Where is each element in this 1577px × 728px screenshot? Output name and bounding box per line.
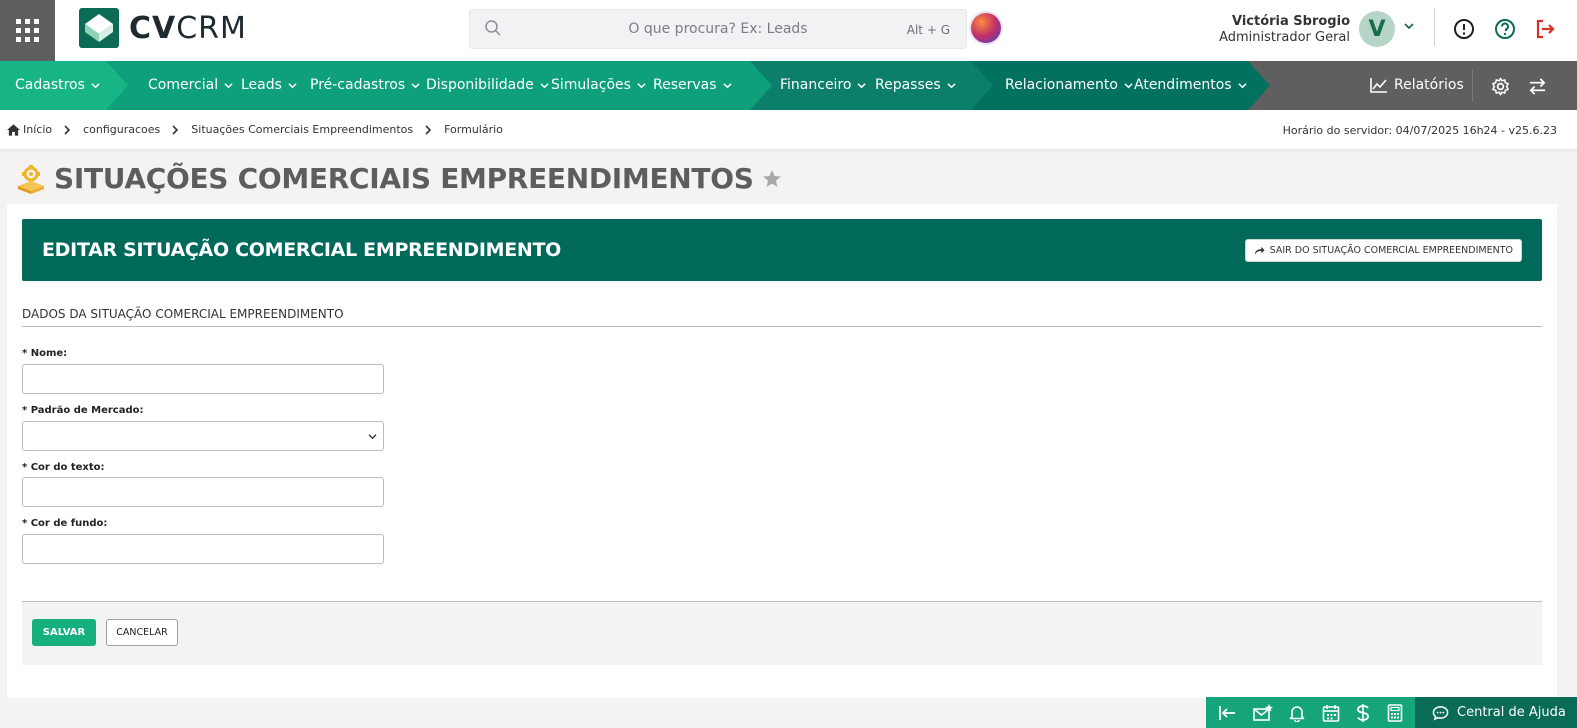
nav-item-financeiro[interactable]: Financeiro — [780, 77, 867, 93]
nav-item-leads[interactable]: Leads — [241, 77, 297, 93]
chevron-down-icon — [91, 82, 100, 88]
chevron-right-icon — [425, 124, 432, 135]
nav-item-simulacoes[interactable]: Simulações — [551, 77, 646, 93]
breadcrumb: Início configuracoes Situações Comerciai… — [7, 123, 503, 136]
chevron-down-icon — [224, 82, 233, 88]
info-icon[interactable] — [1453, 18, 1475, 40]
cancel-button[interactable]: CANCELAR — [106, 619, 178, 646]
global-search[interactable]: O que procura? Ex: Leads Alt + G — [469, 9, 967, 49]
search-placeholder: O que procura? Ex: Leads — [628, 21, 808, 37]
nav-item-relatorios[interactable]: Relatórios — [1370, 77, 1464, 93]
help-center-label: Central de Ajuda — [1457, 705, 1566, 720]
exit-button[interactable]: SAIR DO SITUAÇÃO COMERCIAL EMPREENDIMENT… — [1244, 239, 1522, 262]
chevron-down-icon[interactable] — [1403, 20, 1415, 32]
logo-text: CVCRM — [129, 10, 247, 46]
brand-logo[interactable]: CVCRM — [79, 8, 247, 48]
chart-line-icon — [1370, 78, 1387, 93]
collapse-left-icon[interactable] — [1218, 705, 1236, 721]
nav-item-repasses[interactable]: Repasses — [875, 77, 956, 93]
chevron-down-icon — [637, 82, 646, 88]
logout-icon[interactable] — [1534, 18, 1556, 40]
user-name[interactable]: Victória Sbrogio — [1232, 14, 1350, 29]
padrao-mercado-label: * Padrão de Mercado: — [22, 405, 144, 416]
nav-item-pre-cadastros[interactable]: Pré-cadastros — [310, 77, 420, 93]
user-role: Administrador Geral — [1219, 30, 1350, 45]
bell-icon[interactable] — [1289, 704, 1305, 722]
form-card: EDITAR SITUAÇÃO COMERCIAL EMPREENDIMENTO… — [7, 204, 1557, 698]
breadcrumb-item[interactable]: Situações Comerciais Empreendimentos — [191, 123, 413, 136]
dock-tools — [1206, 697, 1415, 728]
padrao-mercado-select[interactable] — [22, 421, 384, 451]
share-arrow-icon — [1254, 246, 1265, 255]
chevron-down-icon — [722, 82, 732, 88]
chevron-down-icon — [947, 82, 956, 88]
nome-input[interactable] — [22, 364, 384, 394]
calendar-icon[interactable] — [1322, 704, 1340, 722]
divider — [22, 326, 1542, 327]
chat-bubble-icon — [1432, 705, 1449, 721]
divider — [1434, 8, 1435, 46]
cor-texto-label: * Cor do texto: — [22, 462, 105, 473]
logo-mark-icon — [79, 8, 119, 48]
apps-grid-icon — [16, 19, 39, 42]
home-icon[interactable] — [7, 123, 20, 136]
server-time: Horário do servidor: 04/07/2025 16h24 - … — [1282, 124, 1557, 137]
top-bar: CVCRM O que procura? Ex: Leads Alt + G V… — [0, 0, 1577, 61]
chevron-down-icon — [1237, 82, 1247, 88]
nav-item-cadastros[interactable]: Cadastros — [15, 77, 100, 93]
mail-star-icon[interactable] — [1252, 703, 1273, 722]
chevron-right-icon — [64, 124, 71, 135]
chevron-down-icon — [288, 82, 297, 88]
star-icon[interactable] — [762, 169, 782, 189]
cor-fundo-input[interactable] — [22, 534, 384, 564]
calculator-icon[interactable] — [1387, 703, 1403, 722]
nav-item-atendimentos[interactable]: Atendimentos — [1134, 77, 1247, 93]
chevron-down-icon — [411, 82, 420, 88]
avatar[interactable]: V — [1359, 11, 1395, 47]
page-header: SITUAÇÕES COMERCIAIS EMPREENDIMENTOS — [16, 162, 782, 195]
divider — [1472, 69, 1473, 102]
help-icon[interactable] — [1494, 18, 1516, 40]
apps-menu-button[interactable] — [0, 0, 55, 61]
breadcrumb-bar: Início configuracoes Situações Comerciai… — [0, 110, 1577, 149]
search-shortcut: Alt + G — [906, 23, 950, 37]
swap-icon[interactable] — [1528, 77, 1547, 96]
breadcrumb-item-current: Formulário — [444, 123, 503, 136]
section-title: DADOS DA SITUAÇÃO COMERCIAL EMPREENDIMEN… — [22, 307, 344, 321]
card-header: EDITAR SITUAÇÃO COMERCIAL EMPREENDIMENTO… — [22, 219, 1542, 281]
form-actions: SALVAR CANCELAR — [22, 602, 1542, 665]
cor-fundo-label: * Cor de fundo: — [22, 518, 108, 529]
building-settings-icon — [18, 164, 44, 194]
nav-item-reservas[interactable]: Reservas — [653, 77, 732, 93]
nome-label: * Nome: — [22, 348, 68, 359]
dollar-icon[interactable] — [1356, 703, 1370, 723]
ai-assistant-icon[interactable] — [971, 13, 1001, 43]
nav-item-disponibilidade[interactable]: Disponibilidade — [426, 77, 549, 93]
main-nav: Cadastros Comercial Leads Pré-cadastros … — [0, 61, 1577, 110]
nav-item-comercial[interactable]: Comercial — [148, 77, 233, 93]
breadcrumb-item[interactable]: configuracoes — [83, 123, 160, 136]
cor-texto-input[interactable] — [22, 477, 384, 507]
breadcrumb-item[interactable]: Início — [23, 123, 52, 136]
chevron-down-icon — [857, 82, 867, 88]
chevron-down-icon — [1124, 82, 1133, 88]
help-center-button[interactable]: Central de Ajuda — [1415, 697, 1577, 728]
nav-item-relacionamento[interactable]: Relacionamento — [1005, 77, 1133, 93]
chevron-down-icon — [540, 82, 549, 88]
chevron-right-icon — [172, 124, 179, 135]
chevron-down-icon — [368, 434, 377, 440]
bottom-dock: Central de Ajuda — [1206, 697, 1577, 728]
gear-icon[interactable] — [1491, 77, 1510, 96]
save-button[interactable]: SALVAR — [32, 619, 96, 646]
page-title: SITUAÇÕES COMERCIAIS EMPREENDIMENTOS — [54, 162, 754, 195]
card-title: EDITAR SITUAÇÃO COMERCIAL EMPREENDIMENTO — [42, 239, 562, 261]
